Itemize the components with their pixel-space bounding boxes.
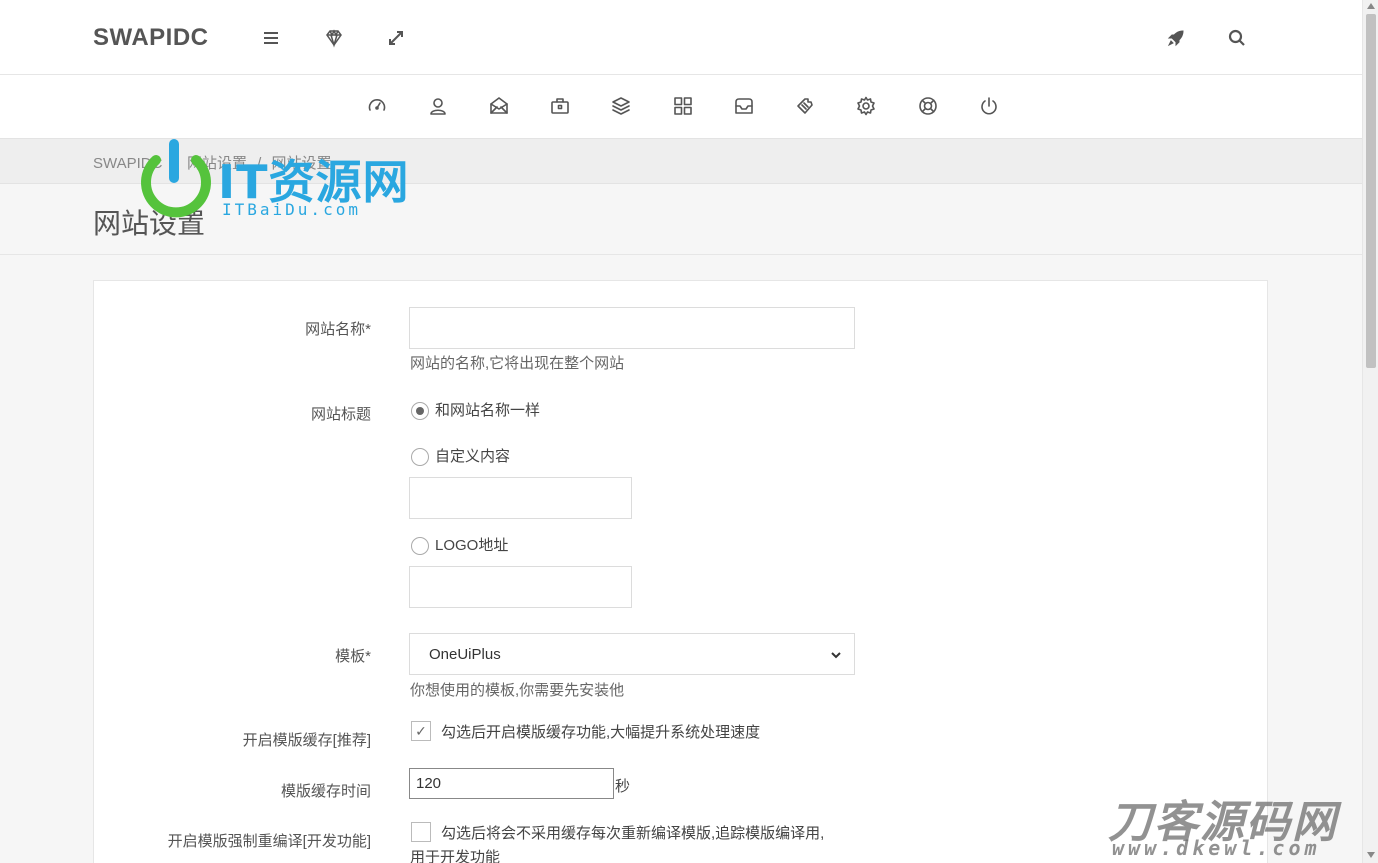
user-icon[interactable] xyxy=(425,93,451,119)
top-header: SWAPIDC xyxy=(0,0,1362,75)
radio-logo-url[interactable]: LOGO地址 xyxy=(411,533,508,555)
layers-icon[interactable] xyxy=(608,93,634,119)
gem-icon[interactable] xyxy=(321,25,347,51)
site-title-label: 网站标题 xyxy=(310,406,371,423)
breadcrumb: SWAPIDC / 网站设置 / 网站设置 xyxy=(93,152,338,173)
breadcrumb-separator: / xyxy=(257,155,262,172)
rocket-icon[interactable] xyxy=(1163,25,1189,51)
checkbox[interactable] xyxy=(411,822,431,842)
radio-button[interactable] xyxy=(411,448,429,466)
briefcase-icon[interactable] xyxy=(547,93,573,119)
scroll-down-arrow-icon[interactable] xyxy=(1367,852,1375,858)
radio-same-as-name[interactable]: 和网站名称一样 xyxy=(411,398,540,420)
page-title: 网站设置 xyxy=(93,208,206,239)
radio-button-checked[interactable] xyxy=(411,402,429,420)
force-recompile-text: 勾选后将会不采用缓存每次重新编译模版,追踪模版编译用, xyxy=(441,825,825,842)
page-header: 网站设置 xyxy=(0,184,1362,255)
checkbox-checked[interactable]: ✓ xyxy=(411,721,431,741)
cache-time-unit: 秒 xyxy=(615,778,631,795)
wrench-icon[interactable] xyxy=(792,93,818,119)
template-select[interactable]: OneUiPlus xyxy=(409,633,855,675)
template-label: 模板* xyxy=(335,648,371,665)
force-recompile-label: 开启模版强制重编译[开发功能] xyxy=(167,833,371,850)
chevron-down-icon xyxy=(830,648,842,660)
template-cache-option[interactable]: ✓ 勾选后开启模版缓存功能,大幅提升系统处理速度 xyxy=(411,721,760,742)
main-nav xyxy=(0,75,1362,139)
lifebuoy-icon[interactable] xyxy=(915,93,941,119)
site-name-help: 网站的名称,它将出现在整个网站 xyxy=(410,355,625,372)
radio-custom-content[interactable]: 自定义内容 xyxy=(411,444,510,466)
settings-form: 网站名称* 网站的名称,它将出现在整个网站 网站标题 和网站名称一样 自定义内容… xyxy=(93,280,1268,863)
site-name-label: 网站名称* xyxy=(305,321,371,338)
logo-url-input[interactable] xyxy=(409,566,632,608)
radio-label: 和网站名称一样 xyxy=(435,401,541,419)
radio-label: LOGO地址 xyxy=(435,536,509,554)
scroll-thumb[interactable] xyxy=(1366,14,1376,368)
expand-icon[interactable] xyxy=(383,25,409,51)
power-icon[interactable] xyxy=(976,93,1002,119)
menu-icon[interactable] xyxy=(258,25,284,51)
site-name-input[interactable] xyxy=(409,307,855,349)
brand-logo[interactable]: SWAPIDC xyxy=(93,24,209,52)
dashboard-icon[interactable] xyxy=(364,93,390,119)
template-cache-label: 开启模版缓存[推荐] xyxy=(242,732,371,749)
template-cache-text: 勾选后开启模版缓存功能,大幅提升系统处理速度 xyxy=(441,724,761,741)
breadcrumb-separator: / xyxy=(172,155,177,172)
scroll-up-arrow-icon[interactable] xyxy=(1367,3,1375,9)
inbox-icon[interactable] xyxy=(731,93,757,119)
force-recompile-option[interactable]: 勾选后将会不采用缓存每次重新编译模版,追踪模版编译用, xyxy=(411,822,824,843)
template-selected-value: OneUiPlus xyxy=(429,645,501,663)
breadcrumb-bar: SWAPIDC / 网站设置 / 网站设置 xyxy=(0,139,1362,184)
breadcrumb-current: 网站设置 xyxy=(271,155,332,172)
radio-label: 自定义内容 xyxy=(435,447,511,465)
breadcrumb-settings[interactable]: 网站设置 xyxy=(187,155,247,172)
mail-open-icon[interactable] xyxy=(486,93,512,119)
page-scrollbar[interactable] xyxy=(1362,0,1378,863)
cache-time-input[interactable]: 120 xyxy=(409,768,614,799)
cache-time-label: 模版缓存时间 xyxy=(280,783,371,800)
grid-icon[interactable] xyxy=(670,93,696,119)
custom-title-input[interactable] xyxy=(409,477,632,519)
force-recompile-text-line2: 用于开发功能 xyxy=(410,849,501,863)
breadcrumb-home[interactable]: SWAPIDC xyxy=(93,155,162,172)
template-help: 你想使用的模板,你需要先安装他 xyxy=(410,682,625,699)
search-icon[interactable] xyxy=(1224,25,1250,51)
radio-button[interactable] xyxy=(411,537,429,555)
gear-icon[interactable] xyxy=(853,93,879,119)
